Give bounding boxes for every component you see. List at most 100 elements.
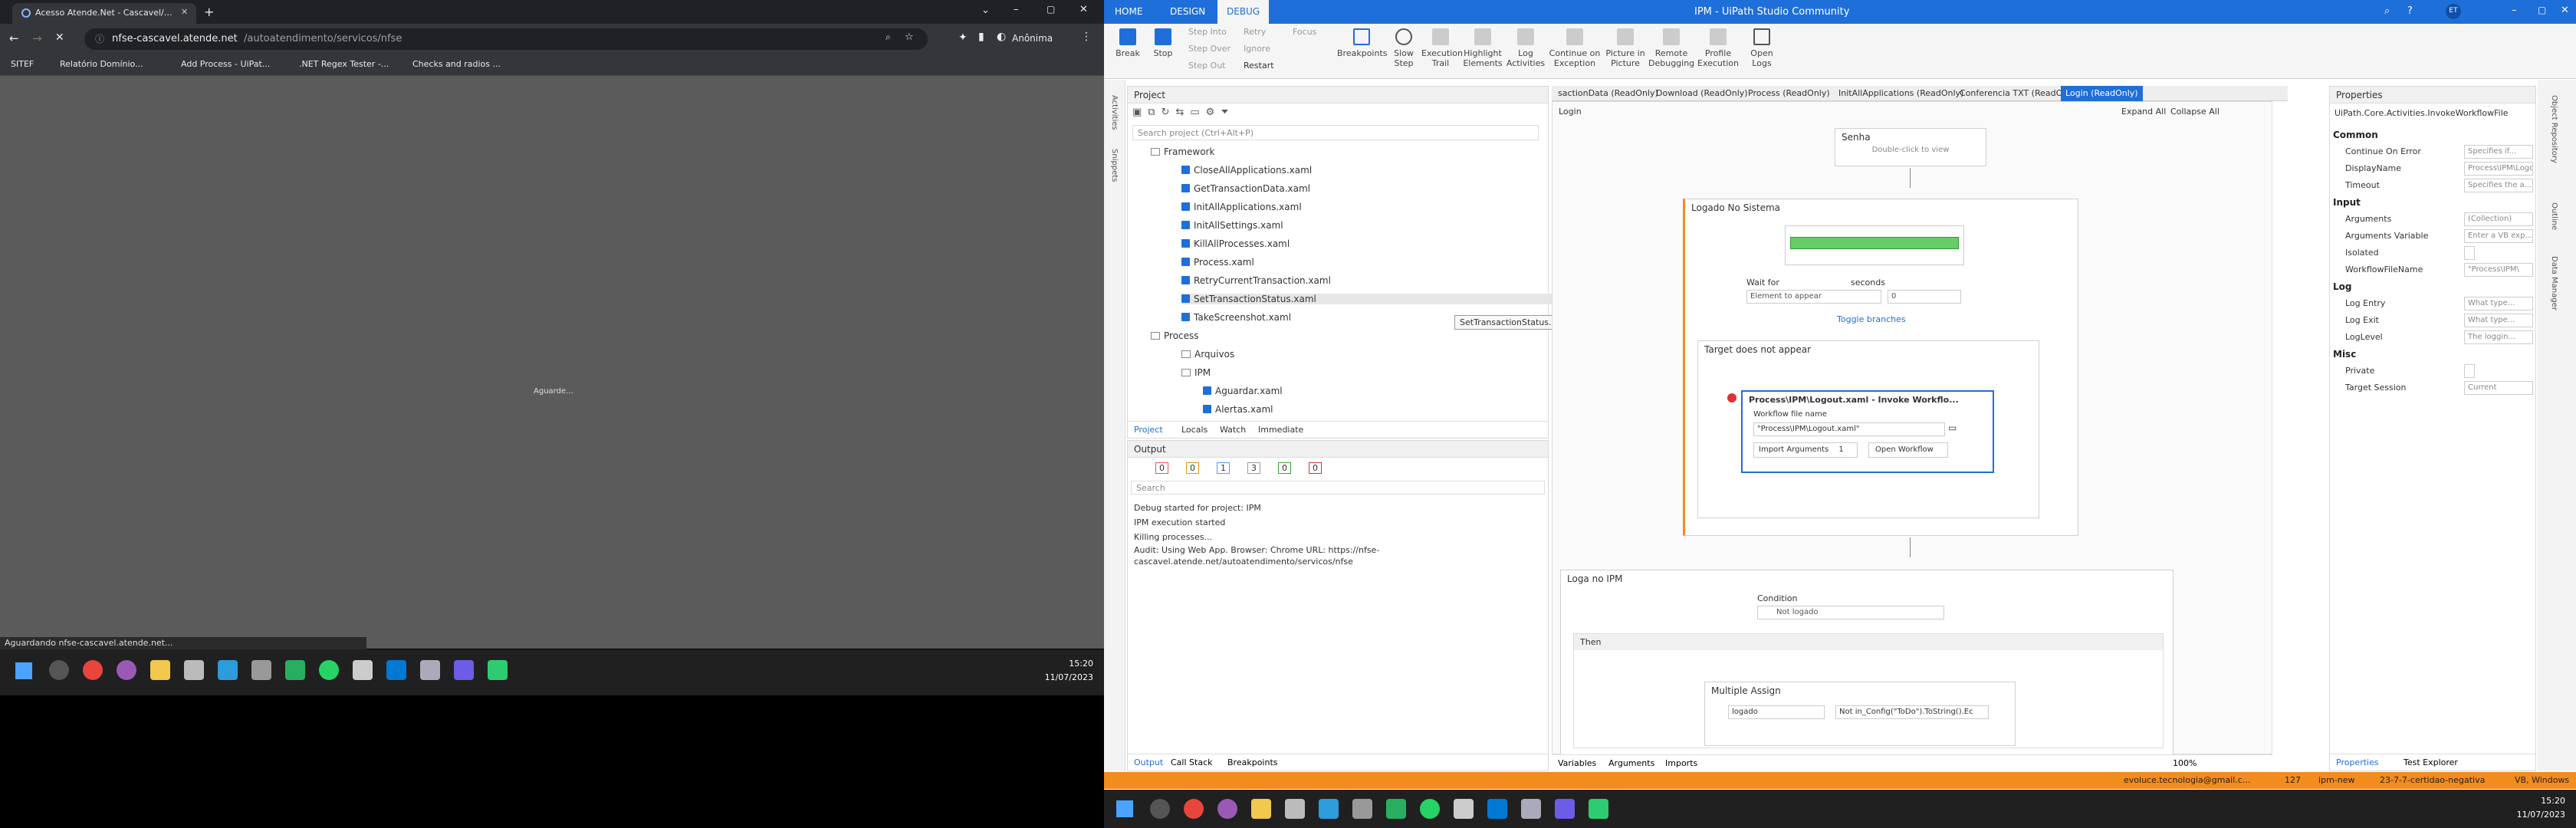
taskbar-explorer-icon[interactable] — [1251, 799, 1271, 819]
break-button[interactable]: Break — [1110, 27, 1145, 58]
fail-count[interactable]: 0 — [1309, 462, 1322, 474]
execution-trail-button[interactable]: Execution Trail — [1421, 27, 1463, 68]
import-arguments-button[interactable]: Import Arguments 1 — [1753, 442, 1858, 458]
taskbar-whatsapp-icon[interactable] — [1420, 799, 1440, 819]
project-search-input[interactable]: Search project (Ctrl+Alt+P) — [1132, 125, 1539, 140]
slow-step-button[interactable]: Slow Step — [1388, 27, 1420, 68]
prop-value[interactable]: Specifies the a... — [2464, 179, 2533, 192]
category-misc[interactable]: Misc — [2333, 349, 2356, 360]
open-logs-button[interactable]: Open Logs — [1746, 27, 1777, 68]
taskbar-app-icon[interactable] — [184, 660, 204, 680]
bookmark-3[interactable]: Add Process - UiPat... — [181, 59, 270, 69]
variables-tab[interactable]: Variables — [1558, 758, 1596, 768]
tab-breakpoints[interactable]: Breakpoints — [1227, 757, 1278, 767]
tree-file[interactable]: Aguardar.xaml — [1203, 386, 1283, 396]
tree-folder[interactable]: IPM — [1181, 367, 1211, 378]
bookmark-2[interactable]: Relatório Domínio... — [60, 59, 143, 69]
taskbar-app-icon[interactable] — [1217, 799, 1237, 819]
snippets-side-tab[interactable]: Snippets — [1110, 149, 1119, 182]
taskbar-app-icon[interactable] — [251, 660, 271, 680]
address-bar[interactable]: ⓘ nfse-cascavel.atende.net /autoatendime… — [84, 28, 928, 50]
doc-tab[interactable]: sactionData (ReadOnly) — [1553, 86, 1663, 101]
error-count[interactable]: 0 — [1155, 462, 1168, 474]
taskbar-app-icon[interactable] — [1487, 799, 1507, 819]
tree-file[interactable]: CloseAllApplications.xaml — [1181, 165, 1312, 176]
breadcrumb[interactable]: Login — [1559, 107, 1582, 117]
trace-count[interactable]: 3 — [1247, 462, 1260, 474]
close-icon[interactable]: ✕ — [2561, 5, 2569, 16]
doc-tab-active[interactable]: Login (ReadOnly) — [2061, 86, 2143, 101]
collapse-all-button[interactable]: Collapse All — [2170, 107, 2220, 117]
close-window-icon[interactable]: ✕ — [1079, 4, 1088, 15]
success-count[interactable]: 0 — [1278, 462, 1291, 474]
zoom-level[interactable]: 100% — [2173, 758, 2196, 768]
arguments-tab[interactable]: Arguments — [1608, 758, 1654, 768]
tab-output[interactable]: Output — [1134, 757, 1163, 767]
orchestrator-email[interactable]: evoluce.tecnologia@gmail.c... — [2124, 775, 2250, 785]
user-avatar[interactable]: ET — [2446, 4, 2461, 19]
taskbar-app-icon[interactable] — [117, 660, 136, 680]
seconds-input[interactable]: 0 — [1888, 290, 1961, 304]
category-log[interactable]: Log — [2333, 281, 2351, 292]
taskbar-mail-icon[interactable] — [1454, 799, 1474, 819]
warning-count[interactable]: 0 — [1186, 462, 1199, 474]
prop-value[interactable]: "Process\IPM\ — [2464, 263, 2533, 277]
taskbar-mail-icon[interactable] — [353, 660, 373, 680]
log-activities-button[interactable]: Log Activities — [1506, 27, 1546, 68]
forward-icon[interactable]: → — [32, 31, 42, 45]
taskbar-app-icon[interactable] — [386, 660, 406, 680]
prop-value[interactable]: Specifies if... — [2464, 145, 2533, 159]
windows-start-icon[interactable] — [1116, 800, 1133, 817]
tree-file[interactable]: InitAllSettings.xaml — [1181, 220, 1283, 231]
taskbar-chrome-icon[interactable] — [1184, 799, 1204, 819]
prop-value[interactable]: What type... — [2464, 297, 2533, 310]
outline-side-tab[interactable]: Outline — [2550, 202, 2558, 230]
stop-button[interactable]: Stop — [1145, 27, 1181, 58]
taskbar-app-icon[interactable] — [1285, 799, 1305, 819]
taskbar-explorer-icon[interactable] — [150, 660, 170, 680]
breakpoint-icon[interactable] — [1727, 393, 1737, 402]
bookmark-star-icon[interactable]: ☆ — [905, 31, 914, 43]
tree-file[interactable]: InitAllApplications.xaml — [1181, 202, 1302, 212]
maximize-icon[interactable]: ▢ — [2538, 5, 2546, 15]
condition-input[interactable]: Not logado — [1757, 606, 1944, 619]
site-info-icon[interactable]: ⓘ — [95, 32, 104, 45]
tab-watch[interactable]: Watch — [1220, 425, 1246, 435]
activity-target-does-not-appear[interactable]: Target does not appear Process\IPM\Logou… — [1697, 340, 2039, 518]
bookmark-5[interactable]: Checks and radios ... — [412, 59, 501, 69]
profile-label[interactable]: Anônima — [1012, 33, 1053, 44]
activities-side-tab[interactable]: Activities — [1110, 95, 1119, 130]
breakpoints-button[interactable]: Breakpoints — [1337, 27, 1388, 58]
prop-checkbox[interactable] — [2464, 246, 2475, 260]
doc-tab[interactable]: InitAllApplications (ReadOnly) — [1834, 86, 1968, 101]
step-into-button[interactable]: Step Into — [1188, 27, 1227, 37]
stop-loading-icon[interactable]: ✕ — [55, 31, 64, 44]
tree-file[interactable]: Alertas.xaml — [1203, 404, 1273, 415]
category-input[interactable]: Input — [2333, 197, 2361, 208]
object-repository-side-tab[interactable]: Object Repository — [2550, 95, 2558, 163]
tab-immediate[interactable]: Immediate — [1258, 425, 1303, 435]
focus-button[interactable]: Focus — [1293, 27, 1316, 37]
prop-value[interactable]: (Collection) — [2464, 212, 2533, 226]
data-manager-side-tab[interactable]: Data Manager — [2550, 256, 2558, 310]
prop-value[interactable]: What type... — [2464, 314, 2533, 327]
open-workflow-button[interactable]: Open Workflow — [1868, 442, 1948, 458]
tree-file-selected[interactable]: SetTransactionStatus.xaml — [1181, 294, 1588, 304]
menu-debug[interactable]: DEBUG — [1217, 0, 1270, 24]
continue-on-exception-button[interactable]: Continue on Exception — [1547, 27, 1602, 68]
tree-folder-framework[interactable]: Framework — [1151, 146, 1214, 157]
activity-invoke-workflow[interactable]: Process\IPM\Logout.xaml - Invoke Workflo… — [1741, 390, 1994, 473]
changes-count[interactable]: 127 — [2285, 775, 2301, 785]
tree-file[interactable]: KillAllProcesses.xaml — [1181, 238, 1290, 249]
chrome-menu-icon[interactable]: ⋮ — [1081, 31, 1092, 43]
tab-call-stack[interactable]: Call Stack — [1171, 757, 1212, 767]
assign-to-input[interactable]: logado — [1728, 705, 1825, 719]
tab-locals[interactable]: Locals — [1181, 425, 1208, 435]
tab-project[interactable]: Project — [1134, 425, 1163, 435]
activity-loga-no-ipm[interactable]: Loga no IPM Condition Not logado Then Mu… — [1560, 570, 2174, 755]
prop-value[interactable]: Process\IPM\Logou — [2464, 162, 2533, 176]
side-panel-icon[interactable]: ▮ — [978, 31, 984, 43]
taskbar-whatsapp-icon[interactable] — [319, 660, 339, 680]
taskbar-app-icon[interactable] — [1555, 799, 1575, 819]
toggle-branches-link[interactable]: Toggle branches — [1837, 314, 1906, 324]
